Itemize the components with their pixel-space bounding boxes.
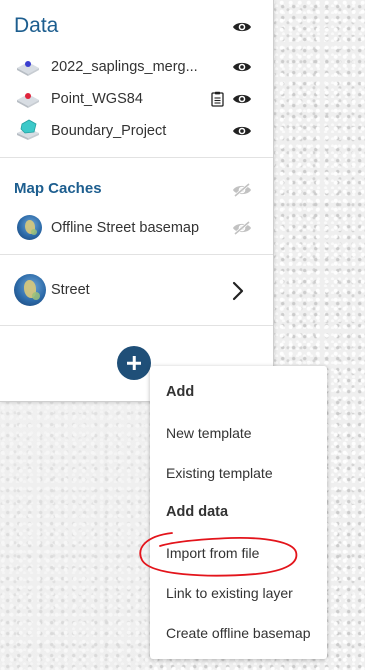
menu-item-link-existing-layer[interactable]: Link to existing layer [166, 585, 293, 601]
divider [0, 157, 273, 158]
layer-row[interactable]: 2022_saplings_merg... [0, 52, 273, 82]
map-caches-title: Map Caches [14, 180, 102, 197]
menu-heading-add: Add [166, 384, 195, 400]
data-section-title: Data [14, 14, 59, 37]
eye-icon[interactable] [232, 20, 252, 34]
form-icon[interactable] [211, 91, 224, 107]
layer-name: 2022_saplings_merg... [51, 59, 198, 75]
menu-item-import-from-file[interactable]: Import from file [166, 545, 259, 561]
menu-item-new-template[interactable]: New template [166, 425, 252, 441]
layer-name: Boundary_Project [51, 123, 167, 139]
layer-row[interactable]: Point_WGS84 [0, 84, 273, 114]
chevron-right-icon[interactable] [231, 281, 245, 301]
eye-icon[interactable] [232, 92, 252, 106]
eye-icon[interactable] [232, 124, 252, 138]
menu-item-create-offline-basemap[interactable]: Create offline basemap [166, 625, 311, 641]
layer-name: Point_WGS84 [51, 91, 143, 107]
globe-icon [14, 274, 46, 306]
add-button[interactable] [117, 346, 151, 380]
globe-icon [17, 215, 42, 240]
point-layer-icon [17, 61, 39, 76]
eye-off-icon[interactable] [232, 221, 252, 235]
divider [0, 254, 273, 255]
eye-icon[interactable] [232, 60, 252, 74]
layers-panel: Data 2022_saplings_merg... Point_WGS84 B… [0, 0, 274, 402]
menu-item-existing-template[interactable]: Existing template [166, 465, 273, 481]
map-cache-row[interactable]: Offline Street basemap [0, 213, 273, 243]
layer-row[interactable]: Boundary_Project [0, 116, 273, 146]
menu-heading-add-data: Add data [166, 504, 229, 520]
map-background [0, 370, 150, 670]
polygon-layer-icon [17, 119, 39, 140]
add-menu: Add New template Existing template Add d… [150, 366, 327, 659]
divider [0, 325, 273, 326]
map-cache-name: Offline Street basemap [51, 220, 200, 236]
basemap-name: Street [51, 282, 90, 298]
point-layer-icon [17, 93, 39, 108]
eye-off-icon[interactable] [232, 183, 252, 197]
